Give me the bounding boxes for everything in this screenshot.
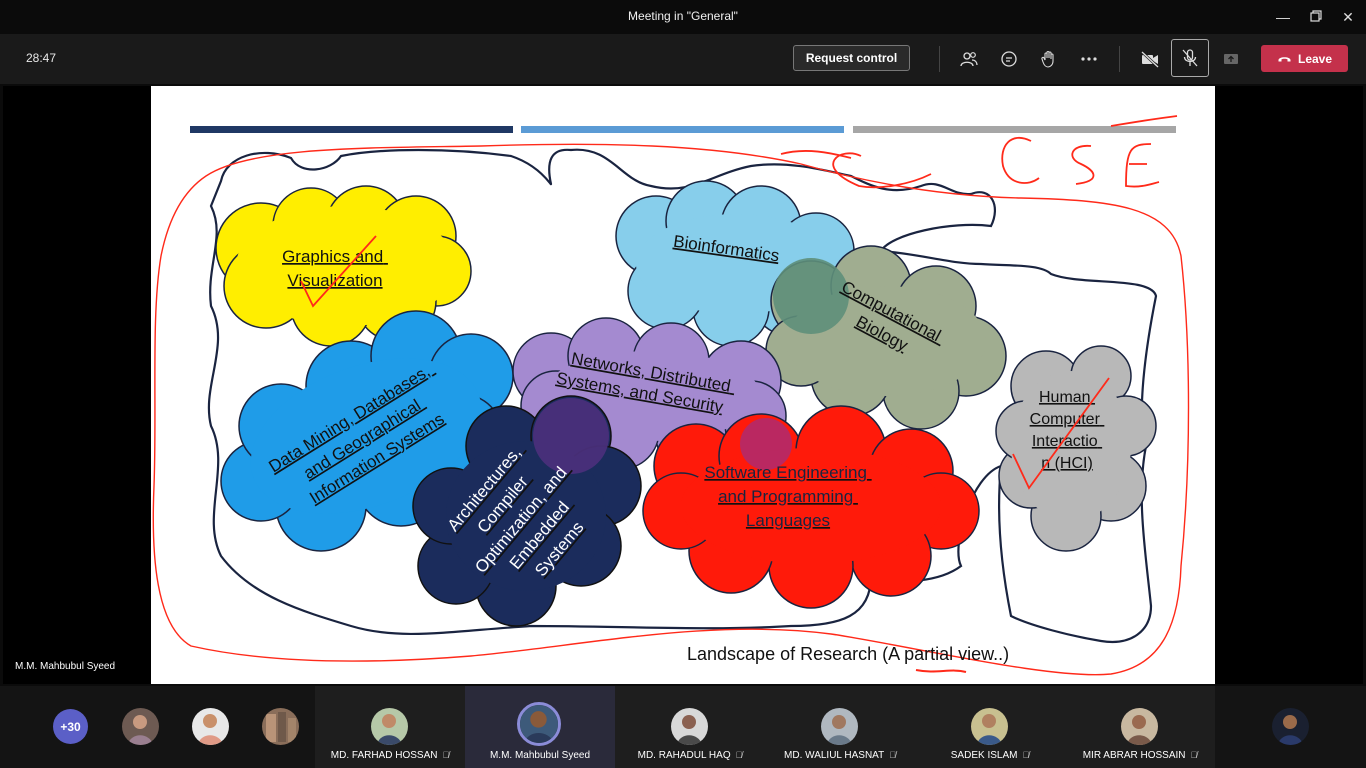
close-icon[interactable]: ✕ (1338, 7, 1358, 27)
participant-name: MIR ABRAR HOSSAIN (1082, 750, 1186, 761)
raise-hand-icon[interactable] (1034, 45, 1064, 73)
more-options-icon[interactable] (1074, 45, 1104, 73)
mic-muted-icon: 🎙̸ (442, 750, 450, 760)
header-bar-blue (521, 126, 844, 133)
participant-name: SADEK ISLAM (950, 750, 1018, 761)
participant-tile[interactable]: MIR ABRAR HOSSAIN 🎙̸ (1065, 686, 1215, 768)
participants-icon[interactable] (954, 45, 984, 73)
self-avatar[interactable] (1272, 708, 1309, 745)
header-bar-gray (853, 126, 1176, 133)
meeting-timer: 28:47 (26, 51, 57, 65)
chat-icon[interactable] (994, 45, 1024, 73)
avatar (671, 708, 708, 745)
cloud-software-engineering (642, 405, 980, 609)
caption-underline-annotation (915, 669, 967, 673)
mic-muted-icon: 🎙̸ (889, 750, 896, 760)
minimize-icon[interactable]: — (1273, 7, 1293, 27)
toolbar-divider (939, 46, 940, 72)
avatar (517, 702, 561, 746)
participant-tile[interactable]: MD. WALIUL HASNAT 🎙̸ (765, 686, 915, 768)
mic-muted-icon: 🎙̸ (735, 750, 743, 760)
share-tray-icon[interactable] (1216, 45, 1246, 73)
research-landscape-diagram: Graphics and Visualization Bioinformatic… (152, 115, 1190, 676)
restore-icon[interactable] (1306, 7, 1326, 27)
slide-caption: Landscape of Research (A partial view..) (687, 644, 1009, 664)
avatar (371, 708, 408, 745)
mic-muted-icon: 🎙̸ (1190, 750, 1198, 760)
mic-muted-icon: 🎙̸ (1022, 750, 1030, 760)
more-participants-badge[interactable]: +30 (53, 709, 88, 744)
avatar[interactable] (262, 708, 299, 745)
participant-name: M.M. Mahbubul Syeed (489, 750, 591, 761)
participant-tile-active-speaker[interactable]: M.M. Mahbubul Syeed (465, 686, 615, 768)
presenter-name-label: M.M. Mahbubul Syeed (15, 661, 116, 672)
participant-tile[interactable]: SADEK ISLAM 🎙̸ (915, 686, 1065, 768)
participant-strip: +30 MD. FARHAD HOSSAN 🎙̸ M.M. Mahbubul Sy… (0, 686, 1366, 768)
meeting-toolbar: 28:47 Request control Leave (0, 34, 1366, 84)
leave-label: Leave (1297, 51, 1333, 66)
camera-off-icon[interactable] (1135, 45, 1165, 73)
toolbar-divider (1119, 46, 1120, 72)
title-bar: Meeting in "General" — ✕ (0, 0, 1366, 34)
participant-tile[interactable]: MD. FARHAD HOSSAN 🎙̸ (315, 686, 465, 768)
avatar (971, 708, 1008, 745)
avatar (821, 708, 858, 745)
window-title: Meeting in "General" (628, 9, 738, 23)
request-control-button[interactable]: Request control (793, 45, 910, 71)
avatar[interactable] (122, 708, 159, 745)
shared-slide: Graphics and Visualization Bioinformatic… (151, 86, 1215, 684)
participant-name: MD. WALIUL HASNAT (784, 750, 885, 761)
leave-button[interactable]: Leave (1261, 45, 1348, 72)
participant-name: MD. FARHAD HOSSAN (330, 750, 438, 761)
mic-off-icon[interactable] (1171, 39, 1209, 77)
avatar[interactable] (192, 708, 229, 745)
header-bar-dark (190, 126, 513, 133)
participant-tile[interactable]: MD. RAHADUL HAQ 🎙̸ (615, 686, 765, 768)
phone-hangup-icon (1278, 57, 1291, 62)
participant-name: MD. RAHADUL HAQ (637, 750, 731, 761)
avatar (1121, 708, 1158, 745)
